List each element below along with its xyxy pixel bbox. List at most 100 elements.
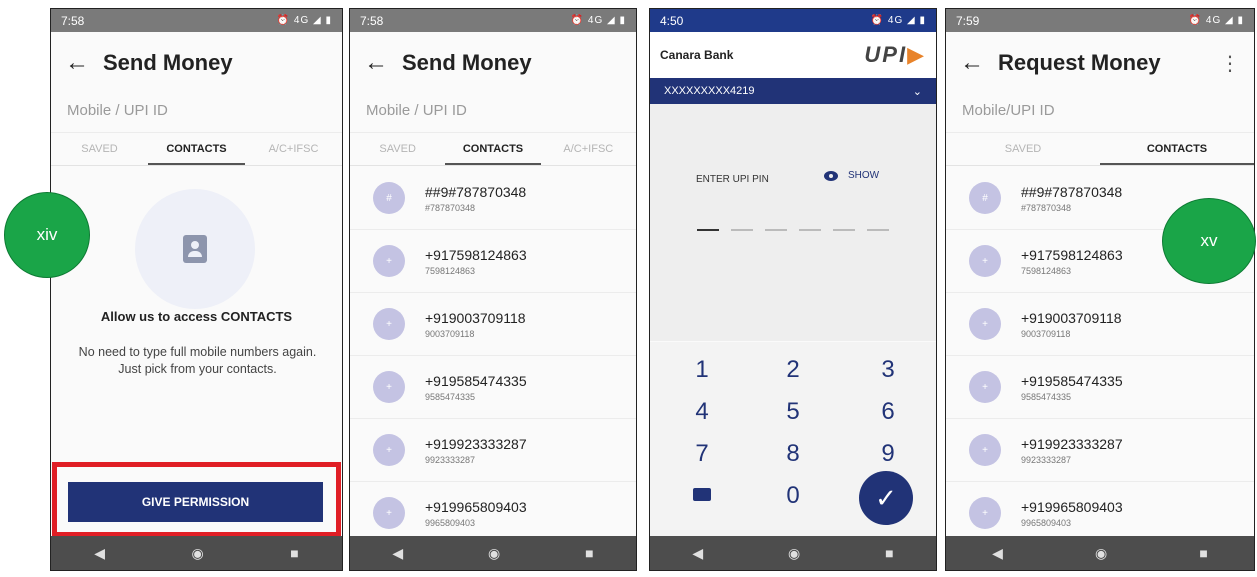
tab-bar: SAVED CONTACTS A/C+IFSC — [350, 132, 636, 166]
upi-pin-screen: 4:50 ⏰ 4G ◢ ▮ Canara Bank UPI▶ XXXXXXXXX… — [649, 8, 937, 571]
upi-logo: UPI▶ — [864, 42, 926, 67]
list-item[interactable]: + +919003709118 9003709118 — [350, 293, 636, 356]
key-5[interactable]: 5 — [763, 398, 823, 426]
page-title: Request Money — [998, 50, 1161, 75]
list-item[interactable]: # ##9#787870348 #787870348 — [350, 167, 636, 230]
nav-back-icon[interactable]: ◀ — [992, 545, 1003, 562]
nav-back-icon[interactable]: ◀ — [392, 545, 403, 562]
account-number: XXXXXXXXX4219 — [664, 85, 755, 97]
nav-recents-icon[interactable]: ■ — [290, 545, 298, 561]
list-item[interactable]: + +917598124863 7598124863 — [350, 230, 636, 293]
back-arrow-icon[interactable]: ← — [364, 49, 388, 77]
search-input[interactable]: Mobile/UPI ID — [946, 94, 1254, 126]
nav-home-icon[interactable]: ◉ — [192, 545, 204, 562]
show-pin-toggle[interactable]: SHOW — [824, 170, 879, 181]
backspace-icon[interactable] — [672, 482, 732, 501]
contact-number: #787870348 — [1021, 202, 1072, 213]
list-item[interactable]: + +919923333287 9923333287 — [946, 419, 1254, 482]
app-header: ← Request Money ⋮ — [946, 32, 1254, 94]
nav-recents-icon[interactable]: ■ — [585, 545, 593, 561]
avatar: + — [373, 371, 405, 403]
back-arrow-icon[interactable]: ← — [960, 49, 984, 77]
tab-contacts[interactable]: CONTACTS — [1100, 133, 1254, 165]
key-7[interactable]: 7 — [672, 440, 732, 468]
key-1[interactable]: 1 — [672, 356, 732, 384]
contact-number: 9585474335 — [425, 391, 476, 402]
pin-dashes[interactable] — [697, 229, 901, 231]
contact-name: +919585474335 — [1021, 372, 1123, 389]
nav-back-icon[interactable]: ◀ — [692, 545, 703, 562]
contact-name: +919923333287 — [1021, 435, 1123, 452]
eye-icon — [824, 170, 838, 181]
avatar: + — [373, 497, 405, 529]
send-money-permission-screen: 7:58 ⏰ 4G ◢ ▮ ← Send Money Mobile / UPI … — [50, 8, 343, 571]
key-4[interactable]: 4 — [672, 398, 732, 426]
contact-number: 9585474335 — [1021, 391, 1072, 402]
page-title: Send Money — [402, 50, 532, 75]
list-item[interactable]: + +919923333287 9923333287 — [350, 419, 636, 482]
search-input[interactable]: Mobile / UPI ID — [350, 94, 636, 126]
android-nav-bar: ◀ ◉ ■ — [946, 536, 1254, 570]
contacts-book-icon — [135, 189, 255, 309]
tab-saved[interactable]: SAVED — [946, 133, 1100, 165]
tab-contacts[interactable]: CONTACTS — [148, 133, 245, 165]
android-nav-bar: ◀ ◉ ■ — [51, 536, 342, 570]
back-arrow-icon[interactable]: ← — [65, 49, 89, 77]
list-item[interactable]: + +919585474335 9585474335 — [350, 356, 636, 419]
tab-contacts[interactable]: CONTACTS — [445, 133, 541, 165]
list-item[interactable]: + +919003709118 9003709118 — [946, 293, 1254, 356]
avatar: # — [373, 182, 405, 214]
key-8[interactable]: 8 — [763, 440, 823, 468]
status-time: 4:50 — [660, 13, 684, 28]
avatar: # — [969, 182, 1001, 214]
give-permission-button[interactable]: GIVE PERMISSION — [68, 482, 323, 522]
contact-number: 9003709118 — [1021, 328, 1071, 339]
bank-name: Canara Bank — [660, 48, 734, 62]
contact-name: +919003709118 — [1021, 309, 1122, 326]
contact-name: +919923333287 — [425, 435, 527, 452]
contact-number: 9923333287 — [425, 454, 476, 465]
contact-name: +917598124863 — [1021, 246, 1123, 263]
nav-recents-icon[interactable]: ■ — [1199, 545, 1207, 561]
key-6[interactable]: 6 — [858, 398, 918, 426]
contact-name: +919003709118 — [425, 309, 526, 326]
list-item[interactable]: + +919585474335 9585474335 — [946, 356, 1254, 419]
contact-number: 7598124863 — [425, 265, 476, 276]
contact-number: 9923333287 — [1021, 454, 1072, 465]
key-3[interactable]: 3 — [858, 356, 918, 384]
account-selector[interactable]: XXXXXXXXX4219 ⌄ — [650, 78, 936, 104]
nav-home-icon[interactable]: ◉ — [488, 545, 500, 562]
nav-home-icon[interactable]: ◉ — [1095, 545, 1107, 562]
bank-header: Canara Bank UPI▶ — [650, 32, 936, 78]
search-input[interactable]: Mobile / UPI ID — [51, 94, 342, 126]
contact-name: ##9#787870348 — [1021, 183, 1123, 200]
tab-ac-ifsc[interactable]: A/C+IFSC — [541, 133, 636, 165]
contact-name: +919965809403 — [425, 498, 527, 515]
tab-saved[interactable]: SAVED — [350, 133, 445, 165]
contact-name: ##9#787870348 — [425, 183, 527, 200]
nav-home-icon[interactable]: ◉ — [788, 545, 800, 562]
nav-recents-icon[interactable]: ■ — [885, 545, 893, 561]
page-title: Send Money — [103, 50, 233, 75]
key-9[interactable]: 9 — [858, 440, 918, 468]
submit-check-icon[interactable]: ✓ — [859, 471, 913, 525]
key-2[interactable]: 2 — [763, 356, 823, 384]
status-time: 7:58 — [360, 13, 384, 28]
contact-number: 7598124863 — [1021, 265, 1072, 276]
avatar: + — [969, 308, 1001, 340]
status-bar: 7:59 ⏰ 4G ◢ ▮ — [946, 9, 1254, 32]
avatar: + — [969, 245, 1001, 277]
key-0[interactable]: 0 — [763, 482, 823, 510]
tab-ac-ifsc[interactable]: A/C+IFSC — [245, 133, 342, 165]
permission-title: Allow us to access CONTACTS — [100, 309, 293, 324]
app-header: ← Send Money — [51, 32, 342, 94]
tab-saved[interactable]: SAVED — [51, 133, 148, 165]
avatar: + — [969, 371, 1001, 403]
contact-name: +917598124863 — [425, 246, 527, 263]
android-nav-bar: ◀ ◉ ■ — [650, 536, 936, 570]
numeric-keypad: 1 2 3 4 5 6 7 8 9 0 ✓ — [650, 342, 936, 538]
app-header: ← Send Money — [350, 32, 636, 94]
nav-back-icon[interactable]: ◀ — [94, 545, 105, 562]
contact-number: 9003709118 — [425, 328, 475, 339]
more-options-icon[interactable]: ⋮ — [1220, 51, 1240, 76]
